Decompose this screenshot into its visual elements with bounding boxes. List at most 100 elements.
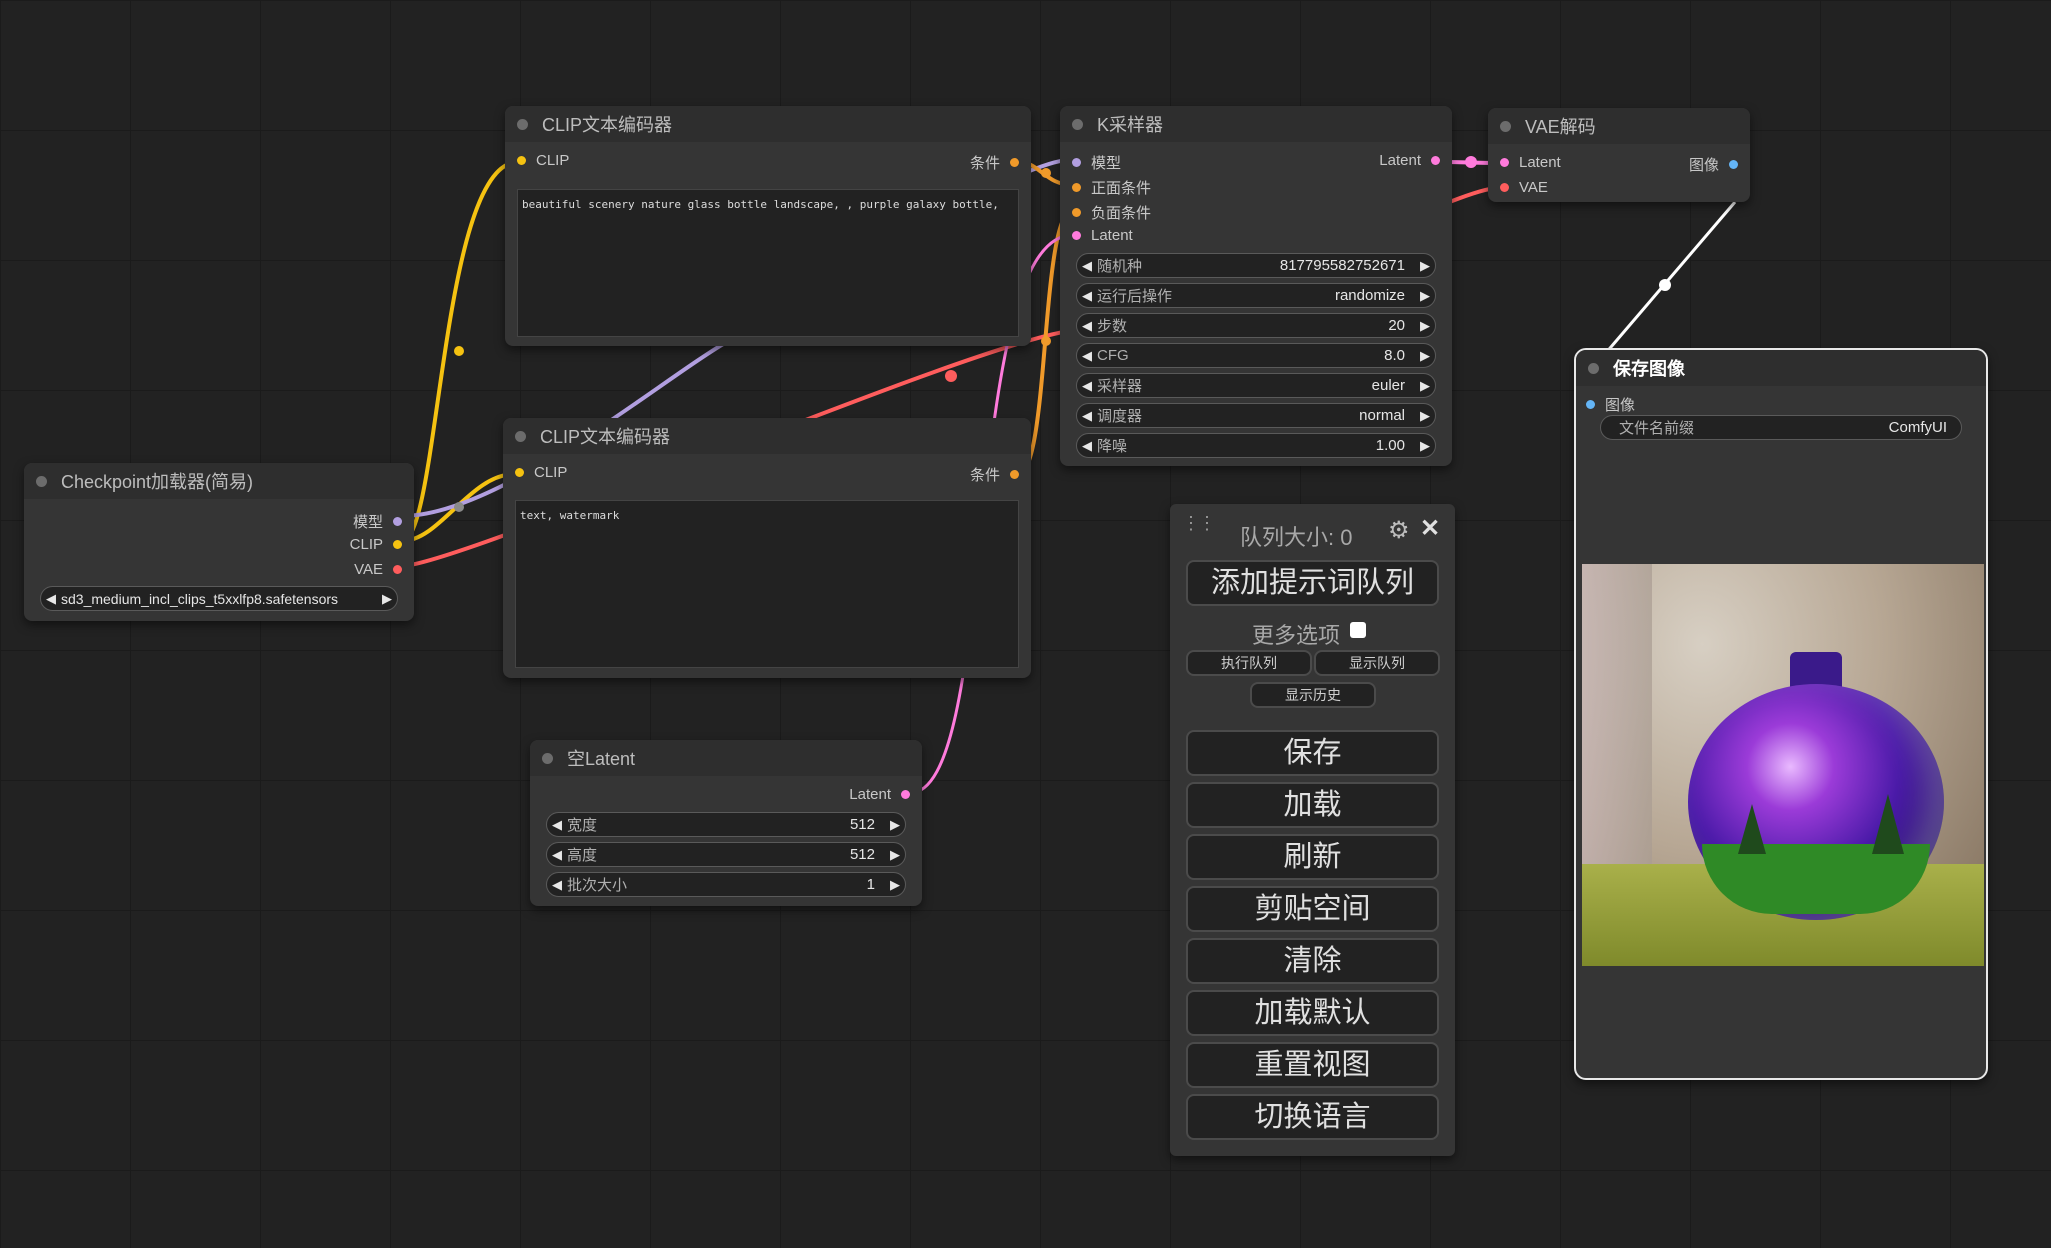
arrow-right-icon[interactable]: ▶ — [1415, 258, 1435, 274]
image-preview[interactable] — [1582, 564, 1984, 966]
batch-size-widget[interactable]: ◀ 批次大小 1 ▶ — [546, 872, 906, 897]
node-title-bar[interactable]: Checkpoint加载器(简易) — [24, 463, 414, 499]
height-widget[interactable]: ◀ 高度 512 ▶ — [546, 842, 906, 867]
arrow-right-icon[interactable]: ▶ — [885, 847, 905, 863]
collapse-dot-icon[interactable] — [1500, 120, 1511, 132]
queue-prompt-button[interactable]: 添加提示词队列 — [1186, 560, 1439, 606]
prompt-textarea[interactable]: text, watermark — [515, 500, 1019, 668]
input-dot-icon[interactable] — [517, 156, 526, 165]
run-queue-button[interactable]: 执行队列 — [1186, 650, 1312, 676]
collapse-dot-icon[interactable] — [517, 118, 528, 130]
input-dot-icon[interactable] — [1586, 400, 1595, 409]
cfg-widget[interactable]: ◀ CFG 8.0 ▶ — [1076, 343, 1436, 368]
view-queue-button[interactable]: 显示队列 — [1314, 650, 1440, 676]
collapse-dot-icon[interactable] — [515, 430, 526, 442]
output-slot-latent[interactable]: Latent — [1379, 152, 1440, 169]
input-slot-latent[interactable]: Latent — [1072, 227, 1133, 244]
load-button[interactable]: 加载 — [1186, 782, 1439, 828]
drag-handle-icon[interactable]: ⋮⋮ — [1182, 514, 1216, 532]
reset-view-button[interactable]: 重置视图 — [1186, 1042, 1439, 1088]
node-title-bar[interactable]: CLIP文本编码器 — [503, 418, 1031, 454]
switch-locale-button[interactable]: 切换语言 — [1186, 1094, 1439, 1140]
output-dot-icon[interactable] — [393, 540, 402, 549]
clear-button[interactable]: 清除 — [1186, 938, 1439, 984]
output-dot-icon[interactable] — [393, 517, 402, 526]
arrow-left-icon[interactable]: ◀ — [1077, 378, 1097, 394]
refresh-button[interactable]: 刷新 — [1186, 834, 1439, 880]
clipspace-button[interactable]: 剪贴空间 — [1186, 886, 1439, 932]
close-icon[interactable]: ✕ — [1420, 514, 1440, 543]
output-dot-icon[interactable] — [1010, 158, 1019, 167]
ksampler-node[interactable]: K采样器 模型 Latent 正面条件 负面条件 Latent ◀ 随机种 8177… — [1060, 106, 1452, 466]
arrow-left-icon[interactable]: ◀ — [41, 591, 61, 607]
seed-widget[interactable]: ◀ 随机种 817795582752671 ▶ — [1076, 253, 1436, 278]
arrow-right-icon[interactable]: ▶ — [1415, 378, 1435, 394]
arrow-right-icon[interactable]: ▶ — [1415, 288, 1435, 304]
clip-text-encode-negative-node[interactable]: CLIP文本编码器 CLIP 条件 text, watermark — [503, 418, 1031, 678]
input-dot-icon[interactable] — [1072, 183, 1081, 192]
output-slot-model[interactable]: 模型 — [24, 507, 414, 532]
arrow-left-icon[interactable]: ◀ — [1077, 408, 1097, 424]
arrow-left-icon[interactable]: ◀ — [1077, 318, 1097, 334]
input-slot-image[interactable]: 图像 — [1586, 394, 1635, 415]
input-slot-positive[interactable]: 正面条件 — [1072, 177, 1151, 198]
node-title-bar[interactable]: VAE解码 — [1488, 108, 1750, 144]
input-dot-icon[interactable] — [1072, 158, 1081, 167]
input-dot-icon[interactable] — [515, 468, 524, 477]
arrow-right-icon[interactable]: ▶ — [1415, 438, 1435, 454]
output-dot-icon[interactable] — [1010, 470, 1019, 479]
output-slot-vae[interactable]: VAE — [24, 557, 414, 582]
control-after-generate-widget[interactable]: ◀ 运行后操作 randomize ▶ — [1076, 283, 1436, 308]
arrow-right-icon[interactable]: ▶ — [885, 817, 905, 833]
node-title-bar[interactable]: 空Latent — [530, 740, 922, 776]
node-title-bar[interactable]: K采样器 — [1060, 106, 1452, 142]
input-dot-icon[interactable] — [1072, 231, 1081, 240]
ckpt-name-combo[interactable]: ◀ sd3_medium_incl_clips_t5xxlfp8.safeten… — [40, 586, 398, 611]
input-slot-clip[interactable]: CLIP — [517, 152, 569, 169]
clip-text-encode-positive-node[interactable]: CLIP文本编码器 CLIP 条件 beautiful scenery natu… — [505, 106, 1031, 346]
prompt-textarea[interactable]: beautiful scenery nature glass bottle la… — [517, 189, 1019, 337]
width-widget[interactable]: ◀ 宽度 512 ▶ — [546, 812, 906, 837]
output-dot-icon[interactable] — [393, 565, 402, 574]
input-dot-icon[interactable] — [1072, 208, 1081, 217]
arrow-left-icon[interactable]: ◀ — [1077, 288, 1097, 304]
arrow-right-icon[interactable]: ▶ — [1415, 318, 1435, 334]
collapse-dot-icon[interactable] — [36, 475, 47, 487]
node-title-bar[interactable]: CLIP文本编码器 — [505, 106, 1031, 142]
arrow-right-icon[interactable]: ▶ — [1415, 348, 1435, 364]
arrow-right-icon[interactable]: ▶ — [885, 877, 905, 893]
arrow-left-icon[interactable]: ◀ — [1077, 258, 1097, 274]
filename-prefix-widget[interactable]: 文件名前缀 ComfyUI — [1600, 415, 1962, 440]
scheduler-widget[interactable]: ◀ 调度器 normal ▶ — [1076, 403, 1436, 428]
checkpoint-loader-node[interactable]: Checkpoint加载器(简易) 模型 CLIP VAE ◀ sd3_medi… — [24, 463, 414, 621]
collapse-dot-icon[interactable] — [1588, 362, 1599, 374]
output-slot-image[interactable]: 图像 — [1689, 154, 1738, 175]
gear-icon[interactable]: ⚙ — [1388, 516, 1410, 545]
view-history-button[interactable]: 显示历史 — [1250, 682, 1376, 708]
output-dot-icon[interactable] — [1431, 156, 1440, 165]
input-dot-icon[interactable] — [1500, 158, 1509, 167]
input-dot-icon[interactable] — [1500, 183, 1509, 192]
collapse-dot-icon[interactable] — [542, 752, 553, 764]
steps-widget[interactable]: ◀ 步数 20 ▶ — [1076, 313, 1436, 338]
vae-decode-node[interactable]: VAE解码 Latent 图像 VAE — [1488, 108, 1750, 202]
node-title-bar[interactable]: 保存图像 — [1576, 350, 1986, 386]
input-slot-latent[interactable]: Latent — [1500, 154, 1561, 171]
arrow-right-icon[interactable]: ▶ — [377, 591, 397, 607]
output-slot-conditioning[interactable]: 条件 — [970, 464, 1019, 485]
output-slot-conditioning[interactable]: 条件 — [970, 152, 1019, 173]
save-image-node[interactable]: 保存图像 图像 文件名前缀 ComfyUI — [1574, 348, 1988, 1080]
denoise-widget[interactable]: ◀ 降噪 1.00 ▶ — [1076, 433, 1436, 458]
output-slot-clip[interactable]: CLIP — [24, 532, 414, 557]
input-slot-model[interactable]: 模型 — [1072, 152, 1121, 173]
output-dot-icon[interactable] — [1729, 160, 1738, 169]
input-slot-vae[interactable]: VAE — [1500, 179, 1548, 196]
more-options-checkbox[interactable] — [1350, 622, 1366, 638]
arrow-left-icon[interactable]: ◀ — [547, 877, 567, 893]
sampler-name-widget[interactable]: ◀ 采样器 euler ▶ — [1076, 373, 1436, 398]
load-default-button[interactable]: 加载默认 — [1186, 990, 1439, 1036]
arrow-right-icon[interactable]: ▶ — [1415, 408, 1435, 424]
empty-latent-node[interactable]: 空Latent Latent ◀ 宽度 512 ▶ ◀ 高度 512 ▶ ◀ 批次大小 1 ▶ — [530, 740, 922, 906]
arrow-left-icon[interactable]: ◀ — [1077, 438, 1097, 454]
output-dot-icon[interactable] — [901, 790, 910, 799]
